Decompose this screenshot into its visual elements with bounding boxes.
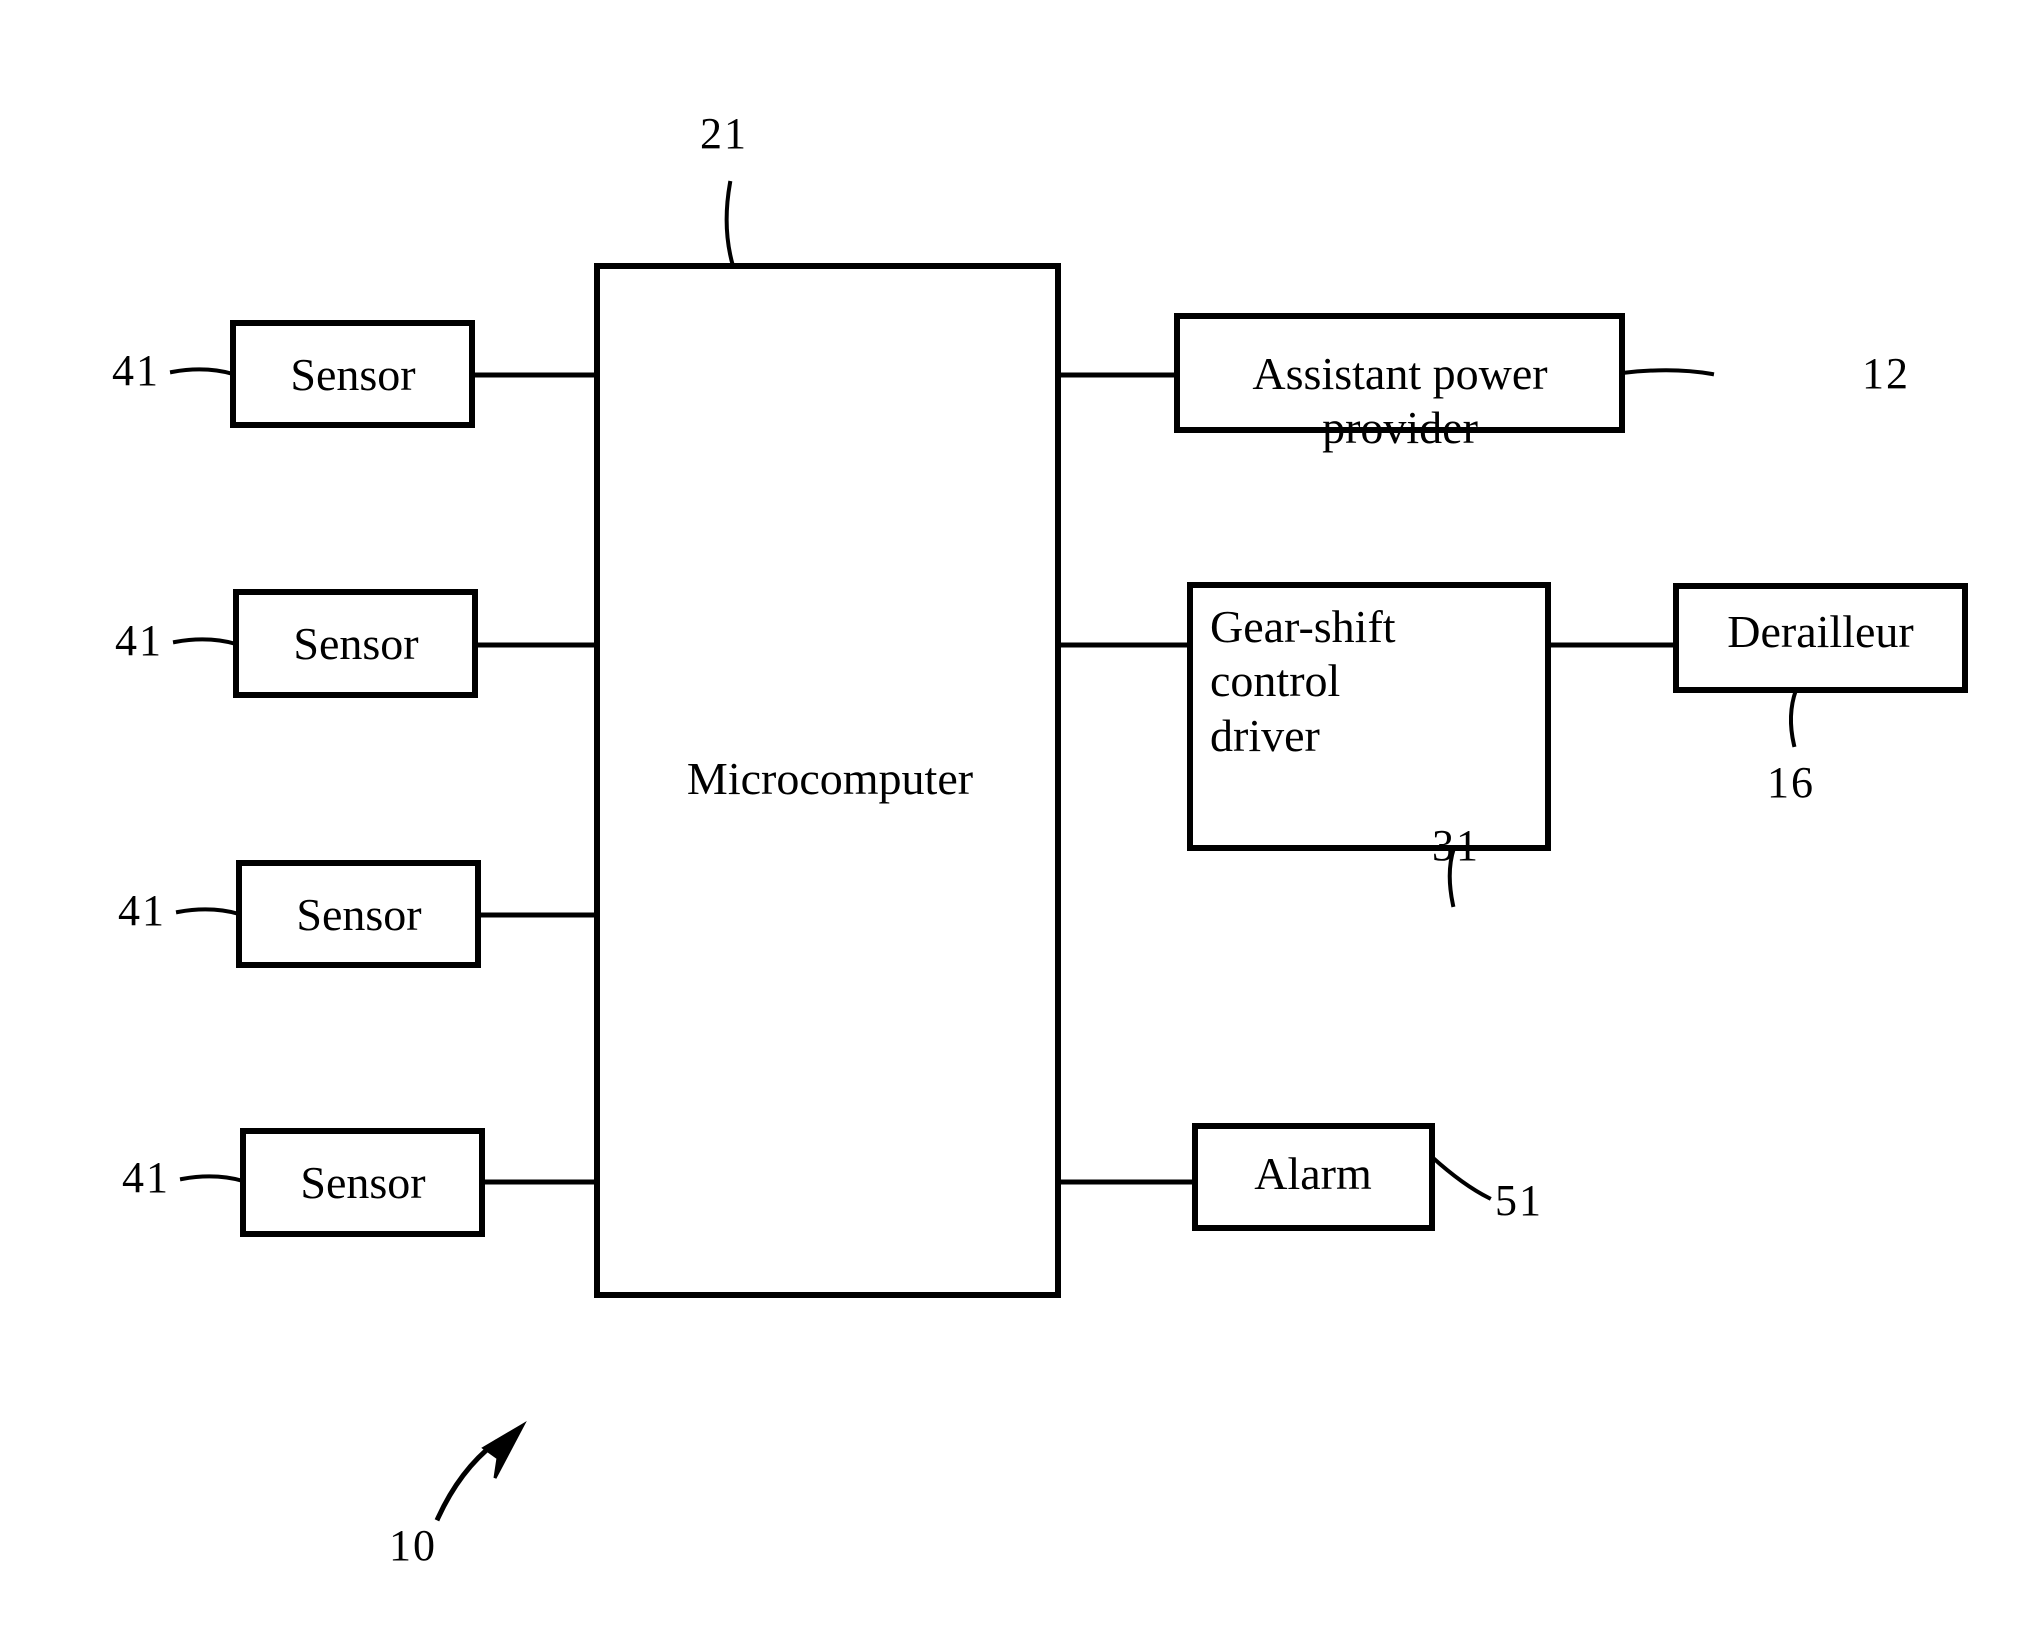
block-microcomputer (594, 263, 1061, 1298)
system-arrow-head (481, 1421, 527, 1479)
reference-numeral-assistant-power-provider: 12 (1862, 349, 1910, 398)
leader-line-sensor-3-ref (175, 907, 242, 917)
block-assistant-power-provider (1174, 313, 1625, 433)
leader-line-microcomputer-ref (724, 180, 736, 269)
block-sensor-3 (236, 860, 481, 968)
leader-line-derailleur-ref (1789, 687, 1799, 748)
reference-numeral-gear-shift-control-driver: 31 (1432, 821, 1480, 870)
leader-line-sensor-1-ref (169, 367, 236, 377)
reference-numeral-microcomputer: 21 (700, 109, 748, 158)
reference-numeral-sensor-4: 41 (122, 1153, 170, 1202)
block-sensor-1 (230, 320, 475, 428)
reference-numeral-sensor-1: 41 (112, 346, 160, 395)
leader-line-assistant-power-ref (1619, 368, 1715, 377)
leader-line-sensor-2-ref (172, 637, 239, 647)
leader-line-alarm-ref (1429, 1154, 1492, 1201)
diagram-canvas (169, 180, 1968, 1522)
reference-numeral-derailleur: 16 (1767, 758, 1815, 807)
system-arrow-shaft (434, 1439, 499, 1522)
block-sensor-4 (240, 1128, 485, 1237)
reference-numeral-sensor-2: 41 (115, 616, 163, 665)
leader-line-sensor-4-ref (179, 1174, 246, 1184)
block-sensor-2 (233, 589, 478, 698)
reference-numeral-alarm: 51 (1495, 1176, 1543, 1225)
patent-figure-page: Sensor Sensor Sensor Sensor Microcompute… (0, 0, 2023, 1650)
reference-numeral-system: 10 (389, 1521, 437, 1570)
block-alarm (1192, 1123, 1435, 1231)
block-gear-shift-control-driver (1187, 582, 1551, 851)
reference-numeral-sensor-3: 41 (118, 886, 166, 935)
block-derailleur (1673, 583, 1968, 693)
